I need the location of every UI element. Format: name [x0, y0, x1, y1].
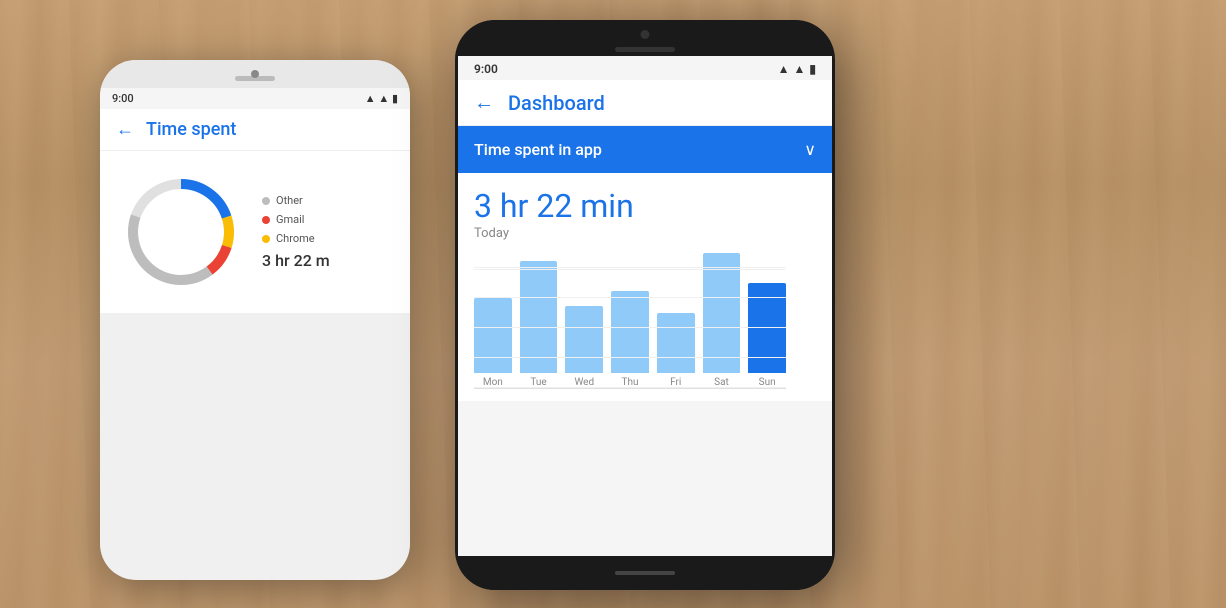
phone-back-notch	[100, 60, 410, 88]
big-time-display: 3 hr 22 min	[474, 189, 816, 224]
bar-group[interactable]: Wed	[565, 302, 603, 389]
legend-chrome: Chrome	[262, 232, 394, 245]
phone-back-status-bar: 9:00 ▲ ▲ ▮	[100, 88, 410, 109]
front-status-icons: ▲ ▲ ▮	[778, 62, 816, 76]
bar-group[interactable]: Fri	[657, 309, 695, 388]
chart-bar[interactable]	[657, 313, 695, 373]
chart-bar[interactable]	[703, 253, 741, 373]
time-spent-label: Time spent in app	[474, 140, 602, 159]
legend-dot-chrome	[262, 235, 270, 243]
back-button[interactable]: ←	[116, 119, 134, 140]
bar-group[interactable]: Mon	[474, 294, 512, 388]
legend-other: Other	[262, 194, 394, 207]
front-status-bar: 9:00 ▲ ▲ ▮	[458, 56, 832, 80]
front-camera	[641, 30, 650, 39]
phone-front: 9:00 ▲ ▲ ▮ ← Dashboard Time spent in app…	[455, 20, 835, 590]
phone-front-screen: 9:00 ▲ ▲ ▮ ← Dashboard Time spent in app…	[458, 56, 832, 556]
battery-icon: ▮	[809, 62, 816, 76]
chart-gridline	[474, 327, 786, 328]
legend-dot-other	[262, 197, 270, 205]
donut-chart	[116, 167, 246, 297]
bar-group[interactable]: Tue	[520, 257, 558, 389]
time-spent-header[interactable]: Time spent in app ∨	[458, 126, 832, 173]
chart-gridline	[474, 297, 786, 298]
camera-notch	[251, 70, 259, 78]
period-label: Today	[474, 226, 816, 241]
phone-front-notch	[455, 20, 835, 56]
chart-gridline	[474, 387, 786, 388]
bar-group[interactable]: Thu	[611, 287, 649, 389]
phone-back-topbar[interactable]: ← Time spent	[100, 109, 410, 151]
phone-front-bottom	[455, 556, 835, 590]
wifi-icon: ▲	[778, 62, 790, 76]
total-time-back: 3 hr 22 m	[262, 251, 394, 270]
front-page-title: Dashboard	[508, 91, 605, 115]
chart-gridline	[474, 357, 786, 358]
legend-dot-gmail	[262, 216, 270, 224]
chart-bar[interactable]	[565, 306, 603, 374]
status-time: 9:00	[112, 92, 134, 105]
front-status-time: 9:00	[474, 62, 498, 76]
front-speaker	[615, 47, 675, 52]
front-topbar[interactable]: ← Dashboard	[458, 80, 832, 126]
bar-group[interactable]: Sun	[748, 279, 786, 388]
front-back-button[interactable]: ←	[474, 90, 494, 115]
bar-chart-container: MonTueWedThuFriSatSun 8 6 4 2	[458, 261, 832, 401]
chart-bar[interactable]	[474, 298, 512, 373]
chevron-down-icon[interactable]: ∨	[804, 140, 816, 159]
bar-group[interactable]: Sat	[703, 249, 741, 388]
home-indicator	[615, 571, 675, 575]
chart-bar[interactable]	[611, 291, 649, 374]
bar-chart: MonTueWedThuFriSatSun	[474, 269, 786, 389]
phone-back: 9:00 ▲ ▲ ▮ ← Time spent	[100, 60, 410, 580]
donut-legend: Other Gmail Chrome 3 hr 22 m	[262, 194, 394, 270]
page-title: Time spent	[146, 119, 236, 140]
legend-gmail: Gmail	[262, 213, 394, 226]
stats-section: 3 hr 22 min Today	[458, 173, 832, 261]
signal-icon: ▲	[794, 62, 806, 76]
phone-back-content: Other Gmail Chrome 3 hr 22 m	[100, 151, 410, 313]
chart-gridline	[474, 267, 786, 268]
status-icons: ▲ ▲ ▮	[365, 92, 398, 105]
